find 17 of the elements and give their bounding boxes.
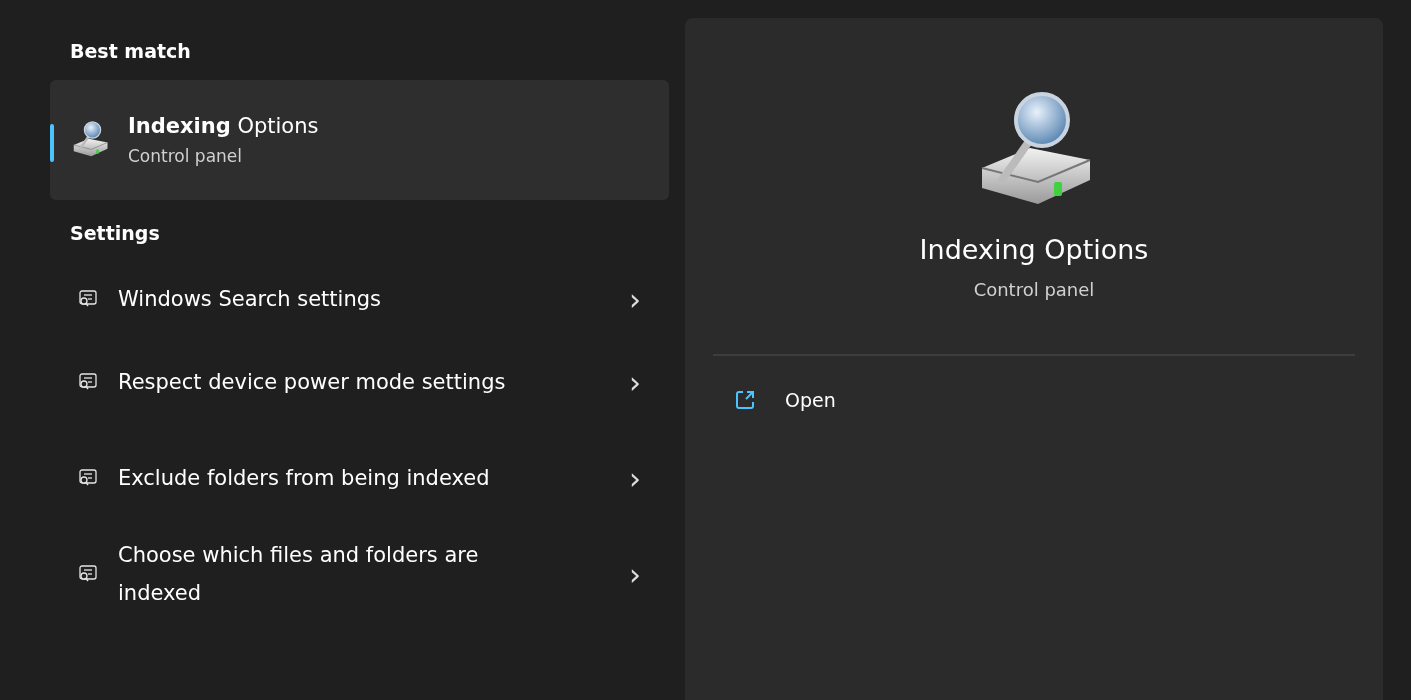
detail-subtitle: Control panel xyxy=(973,279,1095,300)
result-subtitle: Control panel xyxy=(128,146,244,166)
section-heading: Settings xyxy=(70,222,161,244)
search-settings-icon xyxy=(78,289,98,309)
search-settings-icon xyxy=(78,468,98,488)
detail-title: Indexing Options xyxy=(919,234,1149,265)
section-heading: Best match xyxy=(70,40,192,62)
result-title: Indexing Options xyxy=(128,114,319,138)
settings-result[interactable]: Choose which files and folders are indexed › xyxy=(50,526,669,622)
settings-result[interactable]: Windows Search settings › xyxy=(50,264,669,334)
search-settings-icon xyxy=(78,372,98,392)
settings-result[interactable]: Respect device power mode settings › xyxy=(50,334,669,430)
best-match-result[interactable]: Indexing Options Control panel xyxy=(50,80,669,200)
open-button[interactable]: Open xyxy=(713,376,1355,424)
search-settings-icon xyxy=(78,564,98,584)
settings-result[interactable]: Exclude folders from being indexed › xyxy=(50,430,669,526)
open-external-icon xyxy=(733,388,757,412)
